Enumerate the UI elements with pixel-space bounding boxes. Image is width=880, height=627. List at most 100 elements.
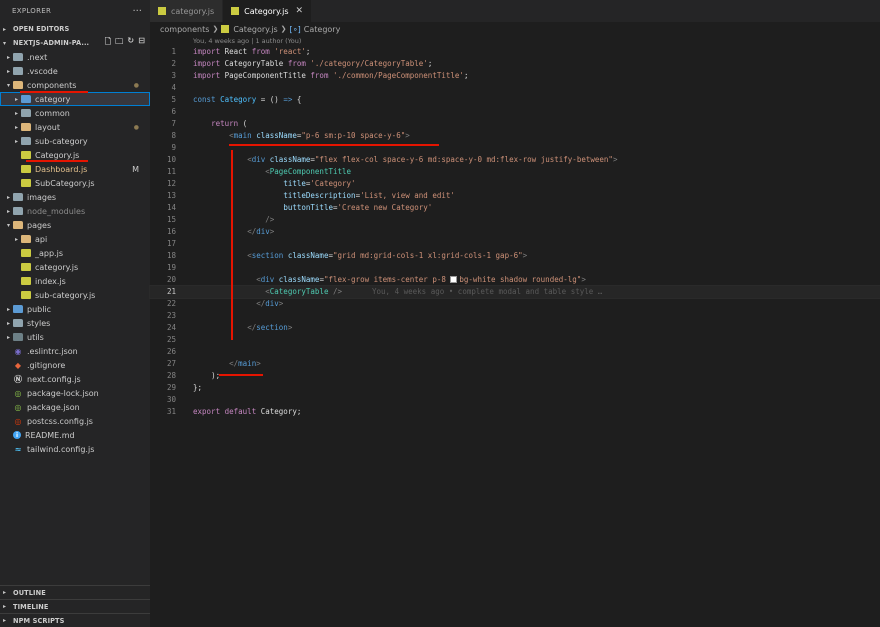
- tree-item-label: components: [27, 80, 77, 90]
- code-line: 6: [171, 107, 176, 116]
- chevron-down-icon: ▾: [6, 81, 10, 89]
- tree-item-label: sub-category: [35, 136, 88, 146]
- chevron-right-icon: ▸: [3, 25, 7, 33]
- new-folder-icon[interactable]: 🗀: [115, 36, 123, 50]
- inline-blame: You, 4 weeks ago • complete modal and ta…: [372, 287, 603, 296]
- tree-item-label: .vscode: [27, 66, 58, 76]
- folder-item[interactable]: ▾ components ●: [0, 78, 150, 92]
- code-line: 3 import PageComponentTitle from './commo…: [171, 71, 469, 80]
- file-item[interactable]: i README.md: [0, 428, 150, 442]
- code-line: 18 <section className="grid md:grid-cols…: [166, 251, 528, 260]
- refresh-icon[interactable]: ↻: [127, 36, 134, 50]
- npm-scripts-label: NPM SCRIPTS: [13, 616, 65, 625]
- annotation-underline-category-file: [26, 160, 88, 162]
- code-line: 16 </div>: [166, 227, 275, 236]
- file-item[interactable]: ◆ .gitignore: [0, 358, 150, 372]
- code-editor[interactable]: 1 import React from 'react'; 2 import Cate…: [149, 46, 880, 418]
- chevron-right-icon: ▸: [6, 319, 10, 327]
- code-line: 17: [166, 239, 176, 248]
- chevron-right-icon: ▸: [14, 123, 18, 131]
- file-item[interactable]: ◉ .eslintrc.json: [0, 344, 150, 358]
- code-line: 5 const Category = () => {: [171, 95, 302, 104]
- file-item[interactable]: category.js: [0, 260, 150, 274]
- open-editors-label: OPEN EDITORS: [13, 25, 70, 33]
- project-section[interactable]: ▾ NEXTJS-ADMIN-PA... 🗋 🗀 ↻ ⊟: [0, 36, 150, 50]
- folder-item[interactable]: ▸ utils: [0, 330, 150, 344]
- tree-item-label: styles: [27, 318, 51, 328]
- folder-icon: [13, 305, 23, 313]
- chevron-right-icon: ▸: [6, 305, 10, 313]
- folder-item[interactable]: ▸ api: [0, 232, 150, 246]
- code-line: 22 </div>: [166, 299, 284, 308]
- folder-item[interactable]: ▸ .next: [0, 50, 150, 64]
- folder-item[interactable]: ▸ images: [0, 190, 150, 204]
- timeline-label: TIMELINE: [13, 602, 49, 611]
- timeline-section[interactable]: ▸ TIMELINE: [0, 599, 150, 613]
- code-line: 10 <div className="flex flex-col space-y…: [166, 155, 618, 164]
- tab-label: Category.js: [244, 6, 289, 16]
- npm-scripts-section[interactable]: ▸ NPM SCRIPTS: [0, 613, 150, 627]
- file-item[interactable]: _app.js: [0, 246, 150, 260]
- code-line-current: 21 <CategoryTable /> You, 4 weeks ago • c…: [149, 285, 880, 299]
- new-file-icon[interactable]: 🗋: [105, 36, 112, 50]
- chevron-right-icon: ▸: [14, 137, 18, 145]
- chevron-right-icon: ▸: [6, 67, 10, 75]
- tab-category-active[interactable]: Category.js ✕: [223, 0, 313, 22]
- folder-icon: [21, 123, 31, 131]
- file-item[interactable]: Ⓝnext.config.js: [0, 372, 150, 386]
- collapse-all-icon[interactable]: ⊟: [138, 36, 145, 50]
- file-item[interactable]: ◎ package.json: [0, 400, 150, 414]
- tree-item-label: api: [35, 234, 48, 244]
- tree-item-label: postcss.config.js: [27, 416, 93, 426]
- npm-icon: ◎: [14, 388, 22, 398]
- outline-section[interactable]: ▸ OUTLINE: [0, 585, 150, 599]
- breadcrumb-file[interactable]: Category.js: [233, 25, 277, 34]
- folder-icon: [13, 333, 23, 341]
- modified-dot-icon: ●: [133, 123, 139, 131]
- open-editors-section[interactable]: ▸ OPEN EDITORS: [0, 22, 150, 36]
- code-line: 7 return (: [171, 119, 248, 128]
- code-line: 14 buttonTitle='Create new Category': [166, 203, 433, 212]
- tree-item-label: package.json: [27, 402, 80, 412]
- file-item[interactable]: Dashboard.js M: [0, 162, 150, 176]
- tree-item-label: public: [27, 304, 52, 314]
- code-line: 28 );: [166, 371, 221, 380]
- tree-item-label: README.md: [25, 430, 75, 440]
- file-item[interactable]: sub-category.js: [0, 288, 150, 302]
- sidebar-bottom-sections: ▸ OUTLINE ▸ TIMELINE ▸ NPM SCRIPTS: [0, 585, 150, 627]
- folder-icon: [13, 207, 23, 215]
- color-swatch-icon[interactable]: [450, 276, 458, 283]
- file-item[interactable]: ◎ package-lock.json: [0, 386, 150, 400]
- folder-item[interactable]: ▸ styles: [0, 316, 150, 330]
- tab-category-lower[interactable]: category.js: [150, 0, 224, 22]
- folder-item[interactable]: ▸ layout ●: [0, 120, 150, 134]
- more-actions-icon[interactable]: ···: [132, 6, 142, 17]
- code-line: 31 export default Category;: [166, 407, 302, 416]
- file-item[interactable]: ◎ postcss.config.js: [0, 414, 150, 428]
- folder-item[interactable]: ▸ public: [0, 302, 150, 316]
- chevron-right-icon: ▸: [6, 333, 10, 341]
- folder-item[interactable]: ▾ pages: [0, 218, 150, 232]
- annotation-underline-main-close: [219, 374, 263, 376]
- tree-item-label: pages: [27, 220, 52, 230]
- code-line: 26: [166, 347, 176, 356]
- tailwind-icon: ≈: [14, 444, 22, 454]
- explorer-title: EXPLORER: [12, 7, 52, 15]
- tree-item-label: _app.js: [35, 248, 63, 258]
- folder-item[interactable]: ▸ node_modules: [0, 204, 150, 218]
- breadcrumb-symbol[interactable]: Category: [304, 25, 341, 34]
- close-icon[interactable]: ✕: [296, 6, 304, 16]
- tree-item-label: images: [27, 192, 57, 202]
- file-item[interactable]: index.js: [0, 274, 150, 288]
- folder-item[interactable]: ▸ sub-category: [0, 134, 150, 148]
- codelens-blame[interactable]: You, 4 weeks ago | 1 author (You): [193, 37, 301, 45]
- folder-item[interactable]: ▸ category: [0, 92, 150, 106]
- file-item[interactable]: SubCategory.js: [0, 176, 150, 190]
- tab-label: category.js: [171, 6, 215, 16]
- breadcrumb-folder[interactable]: components: [160, 25, 209, 34]
- folder-item[interactable]: ▸ .vscode: [0, 64, 150, 78]
- file-item[interactable]: ≈ tailwind.config.js: [0, 442, 150, 456]
- info-icon: i: [13, 431, 21, 439]
- folder-item[interactable]: ▸ common: [0, 106, 150, 120]
- tree-item-label: .eslintrc.json: [27, 346, 78, 356]
